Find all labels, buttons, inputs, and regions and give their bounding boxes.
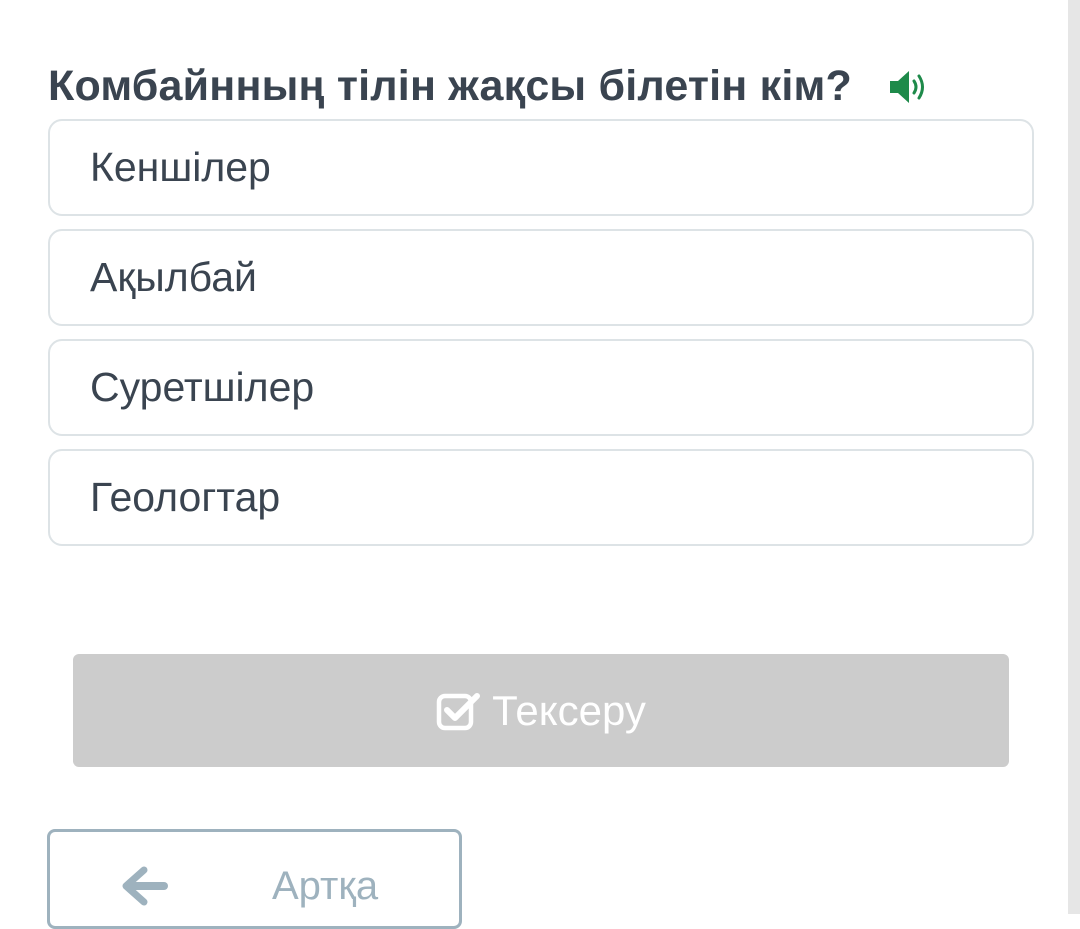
- answer-option-label: Ақылбай: [90, 254, 257, 300]
- checkbox-check-icon: [436, 692, 481, 730]
- check-button[interactable]: Тексеру: [73, 654, 1009, 767]
- answer-option-2[interactable]: Ақылбай: [48, 229, 1034, 326]
- speaker-icon[interactable]: [888, 67, 930, 107]
- answer-option-1[interactable]: Кеншілер: [48, 119, 1034, 216]
- answer-option-label: Суретшілер: [90, 364, 315, 410]
- scrollbar-track: [1068, 0, 1080, 914]
- back-button[interactable]: Артқа: [47, 829, 462, 929]
- answer-option-3[interactable]: Суретшілер: [48, 339, 1034, 436]
- answer-options: Кеншілер Ақылбай Суретшілер Геологтар: [48, 119, 1034, 559]
- question-row: Комбайнның тілін жақсы білетін кім?: [48, 62, 930, 111]
- answer-option-4[interactable]: Геологтар: [48, 449, 1034, 546]
- answer-option-label: Кеншілер: [90, 144, 271, 190]
- arrow-left-icon: [122, 866, 168, 906]
- question-text: Комбайнның тілін жақсы білетін кім?: [48, 62, 852, 110]
- answer-option-label: Геологтар: [90, 474, 281, 520]
- back-button-label: Артқа: [272, 864, 379, 908]
- check-button-label: Тексеру: [492, 686, 646, 734]
